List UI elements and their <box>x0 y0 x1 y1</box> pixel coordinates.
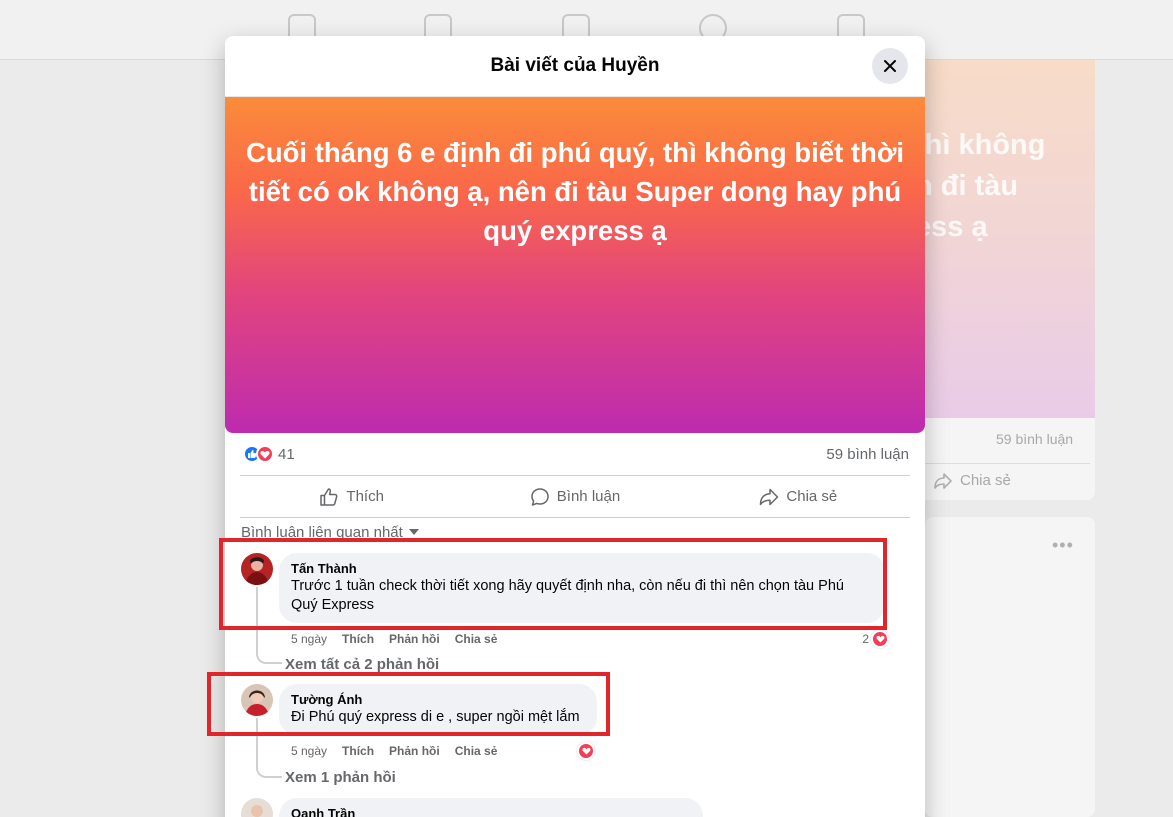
comment-meta: 5 ngày Thích Phản hồi Chia sẻ <box>291 742 595 760</box>
background-post-card-2 <box>925 517 1095 817</box>
post-text: Cuối tháng 6 e định đi phú quý, thì khôn… <box>245 137 905 246</box>
more-options-icon: ••• <box>1052 535 1074 555</box>
background-comment-count: 59 bình luận <box>996 431 1074 447</box>
comment-author[interactable]: Oanh Trần <box>291 806 691 817</box>
share-icon <box>760 488 779 505</box>
heart-icon[interactable] <box>577 742 595 760</box>
background-post-text: thì không n đi tàu ess ạ <box>915 129 1046 243</box>
comment-time[interactable]: 5 ngày <box>291 744 327 758</box>
comment-like-button[interactable]: Thích <box>342 632 374 646</box>
like-button-label: Thích <box>346 488 384 505</box>
post-background: Cuối tháng 6 e định đi phú quý, thì khôn… <box>225 97 925 433</box>
avatar[interactable] <box>241 798 273 817</box>
share-icon <box>934 472 952 489</box>
comment-share-button[interactable]: Chia sẻ <box>455 744 498 758</box>
share-button[interactable]: Chia sẻ <box>687 476 910 517</box>
comment-time[interactable]: 5 ngày <box>291 632 327 646</box>
modal-title: Bài viết của Huyền <box>490 55 660 76</box>
comment-button-label: Bình luận <box>556 488 621 505</box>
comment-bubble: Oanh Trần <box>279 798 703 817</box>
thumbs-up-icon <box>320 487 338 506</box>
background-share-button: Chia sẻ <box>934 472 1011 489</box>
post-action-bar: Thích Bình luận Chia sẻ <box>240 475 910 518</box>
view-replies-link[interactable]: Xem 1 phản hồi <box>285 769 396 786</box>
modal-header: Bài viết của Huyền <box>225 36 925 97</box>
highlight-box <box>219 538 887 630</box>
heart-icon <box>871 630 889 648</box>
background-divider <box>925 463 1090 464</box>
share-button-label: Chia sẻ <box>786 488 838 505</box>
reaction-count[interactable]: 41 <box>278 446 295 463</box>
comment-share-button[interactable]: Chia sẻ <box>455 632 498 646</box>
comment-icon <box>531 487 549 506</box>
comment-item: Oanh Trần <box>241 798 703 817</box>
reaction-summary: 41 59 bình luận <box>243 442 909 466</box>
caret-down-icon <box>408 529 419 535</box>
comment-reply-button[interactable]: Phản hồi <box>389 744 440 758</box>
close-button[interactable] <box>872 48 908 84</box>
comment-meta: 5 ngày Thích Phản hồi Chia sẻ 2 <box>291 630 889 648</box>
comment-reaction-count[interactable]: 2 <box>862 630 889 648</box>
view-all-replies-link[interactable]: Xem tất cả 2 phản hồi <box>285 656 439 673</box>
highlight-box <box>207 672 610 736</box>
comment-like-button[interactable]: Thích <box>342 744 374 758</box>
love-reaction-icon[interactable] <box>256 445 274 463</box>
comment-button[interactable]: Bình luận <box>463 476 686 517</box>
comment-count[interactable]: 59 bình luận <box>826 446 909 463</box>
comment-reaction-number: 2 <box>862 632 869 646</box>
comment-reply-button[interactable]: Phản hồi <box>389 632 440 646</box>
close-icon <box>884 60 896 72</box>
like-button[interactable]: Thích <box>240 476 463 517</box>
